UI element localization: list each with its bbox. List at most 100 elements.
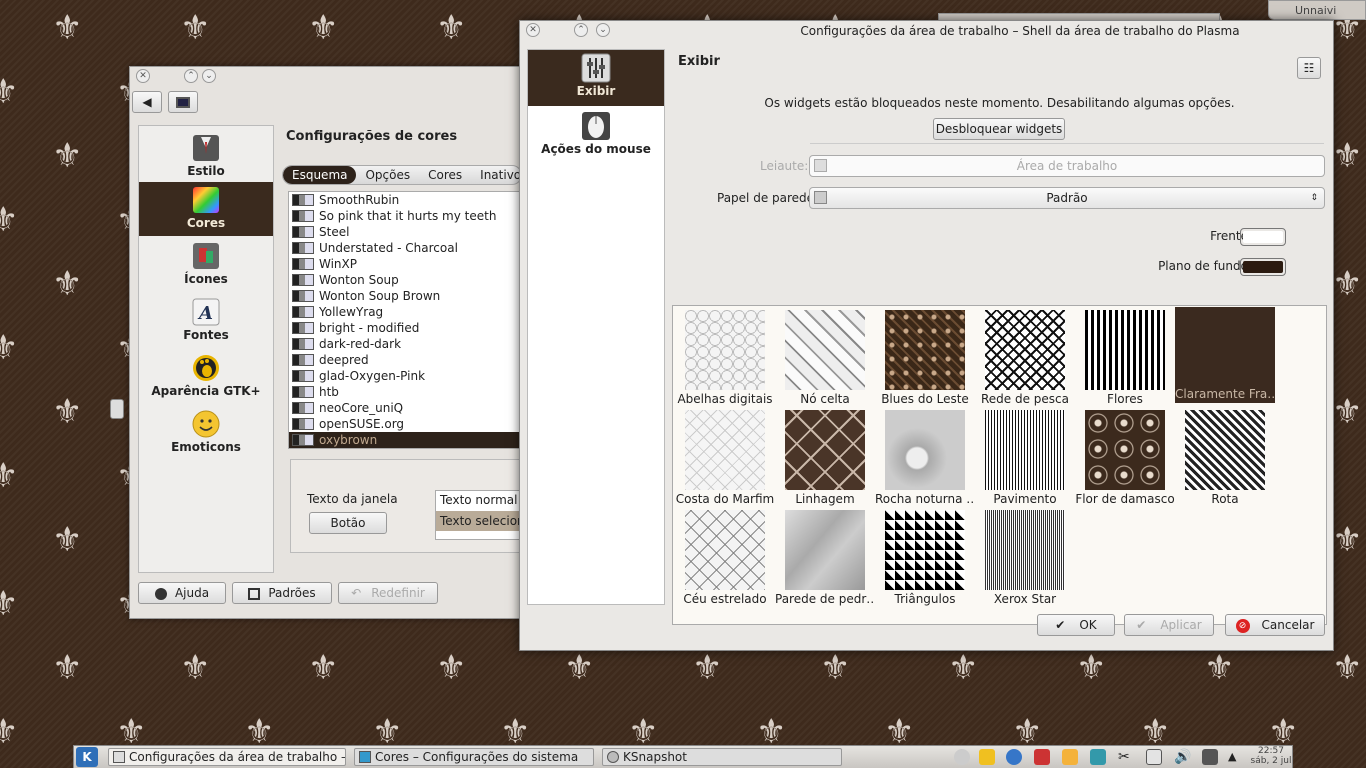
tab-opcoes[interactable]: Opções xyxy=(356,166,419,184)
fleur-de-lis-icon: ⚜ xyxy=(820,648,851,688)
chevron-down-icon[interactable]: ⌄ xyxy=(596,23,610,37)
ok-button[interactable]: ✔ OK xyxy=(1037,614,1115,636)
chevron-up-icon[interactable]: ⌃ xyxy=(184,69,198,83)
wallpaper-item[interactable]: Pavimento xyxy=(975,410,1075,508)
sidebar-item-fontes[interactable]: A Fontes xyxy=(139,294,273,348)
notes-icon[interactable] xyxy=(979,749,995,765)
package-icon[interactable] xyxy=(1090,749,1106,765)
list-item[interactable]: deepred xyxy=(289,352,523,368)
wallpaper-item[interactable]: Rocha noturna … xyxy=(875,410,975,508)
apply-button[interactable]: ✔ Aplicar xyxy=(1124,614,1214,636)
desktop-corner-widget[interactable]: Unnaivi xyxy=(1268,0,1366,20)
wallpaper-item[interactable]: Flor de damasco xyxy=(1075,410,1175,508)
list-item[interactable]: dark-red-dark xyxy=(289,336,523,352)
list-item[interactable]: Understated - Charcoal xyxy=(289,240,523,256)
volume-icon[interactable]: 🔊 xyxy=(1174,749,1191,765)
task-icon xyxy=(113,751,125,763)
fleur-de-lis-icon: ⚜ xyxy=(756,712,787,752)
wallpaper-item[interactable]: Abelhas digitais xyxy=(675,310,775,408)
list-item[interactable]: WinXP xyxy=(289,256,523,272)
list-item[interactable]: oxybrown xyxy=(289,432,523,448)
back-button[interactable]: ◀ xyxy=(132,91,162,113)
tab-cores[interactable]: Cores xyxy=(419,166,471,184)
titlebar[interactable]: ✕ ⌃ ⌄ xyxy=(130,67,523,85)
cancel-button[interactable]: ⊘ Cancelar xyxy=(1225,614,1325,636)
chevron-down-icon[interactable]: ⌄ xyxy=(202,69,216,83)
tab-inativo[interactable]: Inativo xyxy=(471,166,521,184)
preview-button[interactable]: Botão xyxy=(309,512,387,534)
sidebar-item-emoticons[interactable]: Emoticons xyxy=(139,406,273,460)
sidebar-item-exibir[interactable]: Exibir xyxy=(528,50,664,106)
wallpaper-item[interactable]: Triângulos xyxy=(875,510,975,608)
list-item[interactable]: htb xyxy=(289,384,523,400)
desktop-icon-small[interactable] xyxy=(110,399,124,419)
wallpaper-item[interactable]: Claramente Fra… xyxy=(1175,307,1275,403)
task-color-settings[interactable]: Cores – Configurações do sistema xyxy=(354,748,594,766)
wallpaper-item[interactable]: Blues do Leste xyxy=(875,310,975,408)
help-button[interactable]: Ajuda xyxy=(138,582,226,604)
list-item[interactable]: SmoothRubin xyxy=(289,192,523,208)
battery-icon[interactable] xyxy=(1202,749,1218,765)
wallpaper-select[interactable]: Padrão ⇕ xyxy=(809,187,1325,209)
layout-select[interactable]: Área de trabalho xyxy=(809,155,1325,177)
wallpaper-item[interactable]: Xerox Star xyxy=(975,510,1075,608)
list-item[interactable]: bright - modified xyxy=(289,320,523,336)
help-icon xyxy=(154,587,167,600)
list-item[interactable]: Wonton Soup xyxy=(289,272,523,288)
scissors-icon[interactable]: ✂ xyxy=(1118,749,1134,765)
front-color-button[interactable] xyxy=(1240,228,1286,246)
clock-date: sáb, 2 jul xyxy=(1250,756,1292,766)
chevron-up-icon[interactable]: ⌃ xyxy=(574,23,588,37)
wallpaper-thumbnail xyxy=(685,510,765,590)
wallpaper-item[interactable]: Parede de pedr… xyxy=(775,510,875,608)
reset-button[interactable]: ↶ Redefinir xyxy=(338,582,438,604)
system-settings-window[interactable]: ✕ ⌃ ⌄ ◀ Estilo Cores Ícones A Fontes Apa… xyxy=(129,66,524,619)
fleur-de-lis-icon: ⚜ xyxy=(1012,712,1043,752)
display-icon[interactable] xyxy=(1146,749,1162,765)
wallpaper-gallery[interactable]: Abelhas digitais Nó celta Blues do Leste Re… xyxy=(672,305,1327,625)
list-item[interactable]: Steel xyxy=(289,224,523,240)
close-icon[interactable]: ✕ xyxy=(136,69,150,83)
clock[interactable]: 22:57 sáb, 2 jul xyxy=(1248,746,1294,766)
wallpaper-item[interactable]: Costa do Marfim xyxy=(675,410,775,508)
wallpaper-item[interactable]: Flores xyxy=(1075,310,1175,408)
updater-icon[interactable] xyxy=(1034,749,1050,765)
desktop-settings-window[interactable]: ✕ ⌃ ⌄ Configurações da área de trabalho … xyxy=(519,20,1334,651)
preview-selected-text: Texto seleciona xyxy=(436,511,523,531)
wallpaper-name: Rota xyxy=(1211,492,1239,506)
wallpaper-item[interactable]: Rede de pesca xyxy=(975,310,1075,408)
mouse-icon xyxy=(582,112,610,140)
list-item[interactable]: YollewYrag xyxy=(289,304,523,320)
arrow-up-icon[interactable]: ▲ xyxy=(1228,749,1244,765)
list-item[interactable]: Wonton Soup Brown xyxy=(289,288,523,304)
settings-menu-button[interactable]: ☷ xyxy=(1297,57,1321,79)
close-icon[interactable]: ✕ xyxy=(526,23,540,37)
network-icon[interactable] xyxy=(1006,749,1022,765)
sidebar-item-gtk[interactable]: Aparência GTK+ xyxy=(139,350,273,404)
sidebar-item-icones[interactable]: Ícones xyxy=(139,238,273,292)
unlock-widgets-button[interactable]: Desbloquear widgets xyxy=(933,118,1065,140)
overview-button[interactable] xyxy=(168,91,198,113)
wallpaper-item[interactable]: Céu estrelado xyxy=(675,510,775,608)
tab-esquema[interactable]: Esquema xyxy=(283,166,357,184)
color-settings-panel: Configurações de cores Esquema Opções Core… xyxy=(280,125,523,573)
info-icon[interactable] xyxy=(954,749,970,765)
list-item[interactable]: openSUSE.org xyxy=(289,416,523,432)
folder-icon[interactable] xyxy=(1062,749,1078,765)
wallpaper-item[interactable]: Nó celta xyxy=(775,310,875,408)
defaults-button[interactable]: Padrões xyxy=(232,582,332,604)
fleur-de-lis-icon: ⚜ xyxy=(0,584,19,624)
sidebar-item-cores[interactable]: Cores xyxy=(139,182,273,236)
wallpaper-item[interactable]: Rota xyxy=(1175,410,1275,508)
task-ksnapshot[interactable]: KSnapshot xyxy=(602,748,842,766)
wallpaper-item[interactable]: Linhagem xyxy=(775,410,875,508)
list-item[interactable]: So pink that it hurts my teeth xyxy=(289,208,523,224)
sidebar-item-estilo[interactable]: Estilo xyxy=(139,130,273,184)
sidebar-item-acoes-mouse[interactable]: Ações do mouse xyxy=(528,108,664,164)
list-item[interactable]: glad-Oxygen-Pink xyxy=(289,368,523,384)
scheme-list[interactable]: SmoothRubin So pink that it hurts my teet… xyxy=(288,191,523,449)
background-color-button[interactable] xyxy=(1240,258,1286,276)
list-item[interactable]: neoCore_uniQ xyxy=(289,400,523,416)
kde-menu-icon[interactable]: K xyxy=(76,747,98,767)
task-desktop-settings[interactable]: Configurações da área de trabalho – She xyxy=(108,748,346,766)
